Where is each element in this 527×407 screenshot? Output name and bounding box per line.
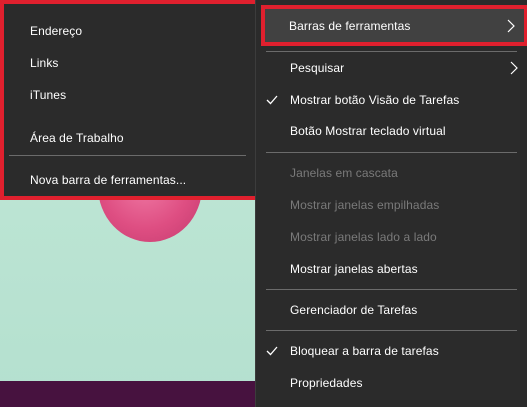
menu-item-task-view[interactable]: Mostrar botão Visão de Tarefas: [256, 84, 527, 116]
menu-item-task-manager[interactable]: Gerenciador de Tarefas: [256, 294, 527, 326]
submenu-item-desktop[interactable]: Área de Trabalho: [4, 122, 256, 154]
submenu-item-links[interactable]: Links: [4, 47, 256, 79]
menu-item-label: Mostrar botão Visão de Tarefas: [290, 93, 460, 107]
checkmark-icon: [266, 345, 278, 357]
menu-separator: [266, 289, 517, 290]
toolbars-submenu: Endereço Links iTunes Área de Trabalho N…: [0, 0, 260, 200]
menu-item-search[interactable]: Pesquisar: [256, 52, 527, 84]
chevron-right-icon: [506, 19, 516, 33]
checkmark-icon: [266, 94, 278, 106]
menu-item-lock-taskbar[interactable]: Bloquear a barra de tarefas: [256, 335, 527, 367]
menu-item-label: Barras de ferramentas: [289, 19, 411, 33]
submenu-item-label: Endereço: [30, 24, 83, 38]
menu-item-touch-keyboard[interactable]: Botão Mostrar teclado virtual: [256, 115, 527, 147]
menu-item-properties[interactable]: Propriedades: [256, 367, 527, 399]
menu-item-label: Mostrar janelas empilhadas: [290, 198, 440, 212]
menu-item-toolbars[interactable]: Barras de ferramentas: [264, 9, 524, 43]
submenu-item-label: Links: [30, 56, 59, 70]
submenu-item-label: Área de Trabalho: [30, 131, 124, 145]
menu-item-side-by-side-windows: Mostrar janelas lado a lado: [256, 221, 527, 253]
submenu-item-new-toolbar[interactable]: Nova barra de ferramentas...: [4, 164, 256, 196]
menu-item-cascade-windows: Janelas em cascata: [256, 157, 527, 189]
submenu-separator: [9, 155, 246, 156]
submenu-item-address[interactable]: Endereço: [4, 15, 256, 47]
menu-item-label: Botão Mostrar teclado virtual: [290, 124, 446, 138]
submenu-item-label: iTunes: [30, 88, 67, 102]
menu-item-label: Propriedades: [290, 376, 363, 390]
menu-item-label: Janelas em cascata: [290, 166, 398, 180]
menu-item-show-desktop[interactable]: Mostrar janelas abertas: [256, 253, 527, 285]
menu-item-label: Mostrar janelas abertas: [290, 262, 418, 276]
menu-item-label: Bloquear a barra de tarefas: [290, 344, 439, 358]
submenu-item-label: Nova barra de ferramentas...: [30, 173, 187, 187]
menu-item-label: Pesquisar: [290, 61, 345, 75]
menu-item-label: Mostrar janelas lado a lado: [290, 230, 437, 244]
chevron-right-icon: [509, 61, 519, 75]
menu-item-label: Gerenciador de Tarefas: [290, 303, 418, 317]
menu-item-stacked-windows: Mostrar janelas empilhadas: [256, 189, 527, 221]
submenu-item-itunes[interactable]: iTunes: [4, 79, 256, 111]
menu-separator: [266, 152, 517, 153]
taskbar-context-menu: Barras de ferramentas Pesquisar Mostrar …: [255, 0, 527, 407]
menu-separator: [266, 330, 517, 331]
